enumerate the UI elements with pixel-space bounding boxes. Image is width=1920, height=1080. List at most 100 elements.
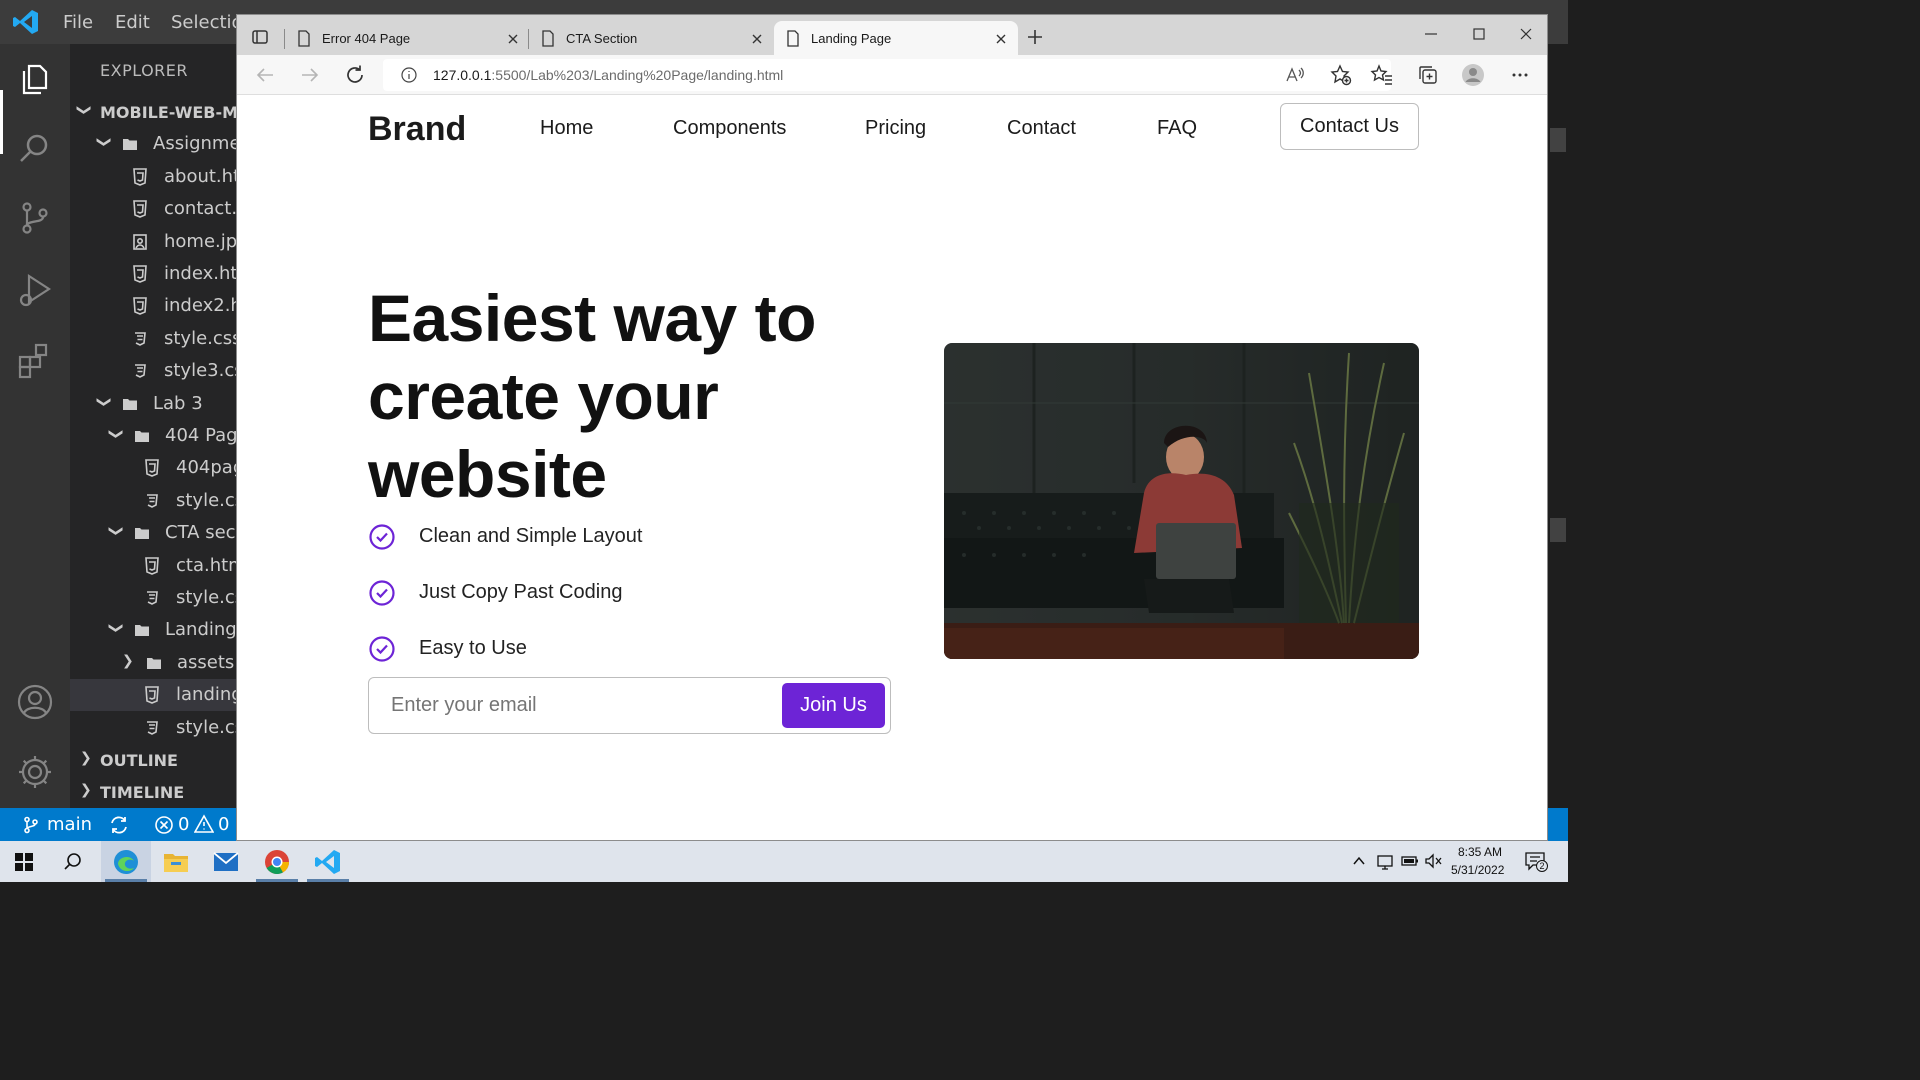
contact-us-button[interactable]: Contact Us xyxy=(1280,103,1419,150)
more-menu-icon[interactable] xyxy=(1508,63,1532,87)
folder-item[interactable]: ❯ Assignme xyxy=(70,128,236,160)
clock-time[interactable]: 8:35 AM xyxy=(1458,845,1502,859)
file-item[interactable]: landing xyxy=(70,679,236,712)
explorer-sidebar: EXPLORER ❯ MOBILE-WEB-MU ❯ Assignme about.ht… xyxy=(70,44,236,808)
chevron-up-icon[interactable] xyxy=(1352,855,1366,867)
taskbar-vscode[interactable] xyxy=(303,841,353,882)
tab-cta-section[interactable]: CTA Section xyxy=(529,21,771,55)
volume-muted-icon[interactable] xyxy=(1424,853,1442,869)
back-arrow-icon[interactable] xyxy=(253,63,277,87)
file-item[interactable]: home.jp xyxy=(70,226,236,258)
forward-arrow-icon[interactable] xyxy=(298,63,322,87)
address-path: :5500/Lab%203/Landing%20Page/landing.htm… xyxy=(491,67,784,83)
tab-actions-icon[interactable] xyxy=(250,27,270,47)
refresh-icon[interactable] xyxy=(343,63,367,87)
folder-item[interactable]: ❯ CTA sect xyxy=(70,517,236,549)
css-file-icon xyxy=(144,492,160,510)
menu-file[interactable]: File xyxy=(63,12,93,33)
folder-item[interactable]: ❯ 404 Page xyxy=(70,420,236,452)
folder-item[interactable]: ❯ assets xyxy=(70,647,236,679)
file-item[interactable]: contact.h xyxy=(70,193,236,225)
close-icon[interactable] xyxy=(506,32,520,46)
vscode-logo-icon xyxy=(13,10,38,34)
nav-pricing[interactable]: Pricing xyxy=(865,117,926,140)
file-item[interactable]: 404pag xyxy=(70,452,236,484)
taskbar-mail[interactable] xyxy=(201,841,251,882)
file-item[interactable]: index.htr xyxy=(70,258,236,290)
taskbar-file-explorer[interactable] xyxy=(151,841,201,882)
timeline-section[interactable]: ❯ TIMELINE xyxy=(70,776,236,808)
favorites-icon[interactable] xyxy=(1370,63,1394,87)
taskbar-search-icon[interactable] xyxy=(63,852,83,872)
outline-section[interactable]: ❯ OUTLINE xyxy=(70,744,236,776)
battery-icon[interactable] xyxy=(1401,854,1419,868)
error-count[interactable]: 0 xyxy=(178,814,189,835)
branch-name[interactable]: main xyxy=(47,814,92,835)
folder-label: Lab 3 xyxy=(153,392,203,414)
notification-center[interactable]: 2 xyxy=(1524,851,1548,873)
close-icon[interactable] xyxy=(994,32,1008,46)
clock-date[interactable]: 5/31/2022 xyxy=(1451,863,1504,877)
folder-item[interactable]: ❯ Landing xyxy=(70,614,236,646)
file-item[interactable]: about.ht xyxy=(70,161,236,193)
vscode-icon xyxy=(315,850,340,874)
maximize-icon[interactable] xyxy=(1471,26,1487,42)
profile-avatar-icon[interactable] xyxy=(1461,63,1485,87)
join-us-button[interactable]: Join Us xyxy=(782,683,885,728)
info-icon[interactable] xyxy=(401,67,417,83)
file-item[interactable]: style.css xyxy=(70,323,236,355)
extensions-icon[interactable] xyxy=(15,340,55,380)
new-tab-icon[interactable] xyxy=(1025,27,1045,47)
image-file-icon xyxy=(132,233,148,251)
explorer-icon[interactable] xyxy=(15,58,55,98)
file-label: index.htr xyxy=(164,263,236,284)
network-icon[interactable] xyxy=(1376,852,1394,870)
nav-components[interactable]: Components xyxy=(673,117,786,140)
menu-edit[interactable]: Edit xyxy=(115,12,150,33)
sync-icon[interactable] xyxy=(108,815,130,835)
file-item[interactable]: style.cs xyxy=(70,712,236,744)
warning-count[interactable]: 0 xyxy=(218,814,229,835)
close-icon[interactable] xyxy=(750,32,764,46)
minimize-icon[interactable] xyxy=(1423,26,1439,42)
editor-scrollbar[interactable] xyxy=(1548,44,1568,808)
tab-strip: Error 404 Page CTA Section Landing Page xyxy=(237,15,1547,55)
menu-selection[interactable]: Selectio xyxy=(171,12,243,33)
file-item[interactable]: index2.h xyxy=(70,290,236,322)
taskbar-edge[interactable] xyxy=(101,841,151,882)
accounts-icon[interactable] xyxy=(15,682,55,722)
nav-home[interactable]: Home xyxy=(540,117,593,140)
nav-faq[interactable]: FAQ xyxy=(1157,117,1197,140)
file-item[interactable]: cta.htm xyxy=(70,550,236,582)
folder-item[interactable]: ❯ Lab 3 xyxy=(70,388,236,420)
nav-contact[interactable]: Contact xyxy=(1007,117,1076,140)
tab-error-404[interactable]: Error 404 Page xyxy=(285,21,527,55)
read-aloud-icon[interactable] xyxy=(1285,65,1305,85)
error-icon xyxy=(155,816,173,834)
brand-logo[interactable]: Brand xyxy=(368,110,466,149)
tab-landing-page[interactable]: Landing Page xyxy=(774,21,1018,55)
run-debug-icon[interactable] xyxy=(15,270,55,310)
search-icon[interactable] xyxy=(15,128,55,168)
chevron-down-icon: ❯ xyxy=(107,622,124,635)
check-circle-icon xyxy=(369,636,395,662)
settings-gear-icon[interactable] xyxy=(15,752,55,792)
folder-icon xyxy=(134,621,150,639)
address-bar[interactable]: 127.0.0.1:5500/Lab%203/Landing%20Page/la… xyxy=(383,59,1391,91)
add-favorite-icon[interactable] xyxy=(1330,64,1352,86)
source-control-icon[interactable] xyxy=(15,198,55,238)
html-file-icon xyxy=(132,167,148,186)
file-item[interactable]: style.cs xyxy=(70,582,236,614)
windows-start-icon[interactable] xyxy=(15,853,33,871)
taskbar-chrome[interactable] xyxy=(252,841,302,882)
workspace-root[interactable]: ❯ MOBILE-WEB-MU xyxy=(70,96,236,128)
page-icon xyxy=(298,30,310,47)
collections-icon[interactable] xyxy=(1416,63,1440,87)
feature-text: Just Copy Past Coding xyxy=(419,581,623,603)
file-item[interactable]: style3.cs xyxy=(70,355,236,387)
file-item[interactable]: style.cs xyxy=(70,485,236,517)
css-file-icon xyxy=(144,719,160,737)
email-input[interactable] xyxy=(370,679,775,732)
window-close-icon[interactable] xyxy=(1518,26,1534,42)
tab-title: Landing Page xyxy=(811,31,892,46)
